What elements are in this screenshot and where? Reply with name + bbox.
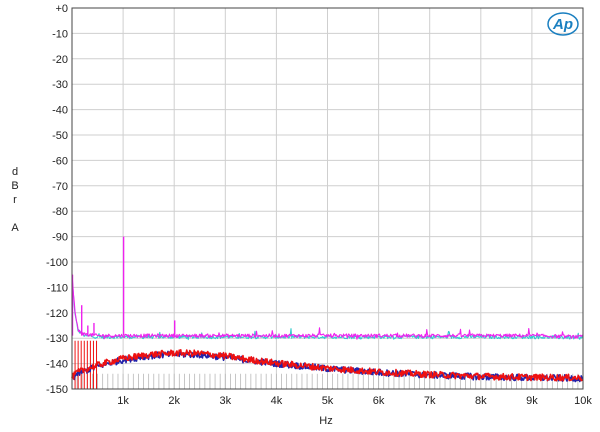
x-tick-label: 5k xyxy=(322,395,334,407)
x-tick-labels: 1k 2k 3k 4k 5k 6k 7k 8k 9k 10k xyxy=(117,395,592,407)
x-tick-label: 3k xyxy=(219,395,231,407)
x-tick-label: 1k xyxy=(117,395,129,407)
x-tick-label: 2k xyxy=(168,395,180,407)
y-tick-label: -80 xyxy=(52,206,68,218)
y-axis-letter: d xyxy=(12,166,18,178)
x-axis-label: Hz xyxy=(319,415,332,427)
x-tick-label: 7k xyxy=(424,395,436,407)
x-tick-label: 9k xyxy=(526,395,538,407)
y-tick-label: -130 xyxy=(46,333,68,345)
y-tick-label: -10 xyxy=(52,28,68,40)
y-tick-label: -110 xyxy=(47,282,68,294)
y-tick-label: -120 xyxy=(46,308,68,320)
y-axis-letter: A xyxy=(11,222,19,234)
y-axis-label: d B r A xyxy=(11,166,19,234)
y-tick-label: -150 xyxy=(46,384,68,396)
x-tick-label: 10k xyxy=(574,395,592,407)
y-axis-letter: B xyxy=(11,180,18,192)
y-tick-label: +0 xyxy=(55,3,68,15)
y-axis-letter: r xyxy=(13,194,17,206)
y-tick-label: -90 xyxy=(52,232,68,244)
y-tick-label: -40 xyxy=(52,105,68,117)
x-tick-label: 6k xyxy=(373,395,385,407)
y-tick-labels: +0 -10 -20 -30 -40 -50 -60 -70 -80 -90 -100 -110 -12… xyxy=(46,3,68,396)
y-tick-label: -20 xyxy=(52,54,68,66)
x-tick-label: 8k xyxy=(475,395,487,407)
x-tick-label: 4k xyxy=(271,395,283,407)
y-tick-label: -60 xyxy=(52,155,68,167)
logo-text: Ap xyxy=(552,16,573,33)
y-tick-label: -50 xyxy=(52,130,68,142)
y-tick-label: -100 xyxy=(46,257,68,269)
y-tick-label: -140 xyxy=(46,359,68,371)
y-tick-label: -30 xyxy=(52,79,68,91)
spectrum-chart: +0 -10 -20 -30 -40 -50 -60 -70 -80 -90 -100 -110 -12… xyxy=(11,3,592,427)
y-tick-label: -70 xyxy=(52,181,68,193)
